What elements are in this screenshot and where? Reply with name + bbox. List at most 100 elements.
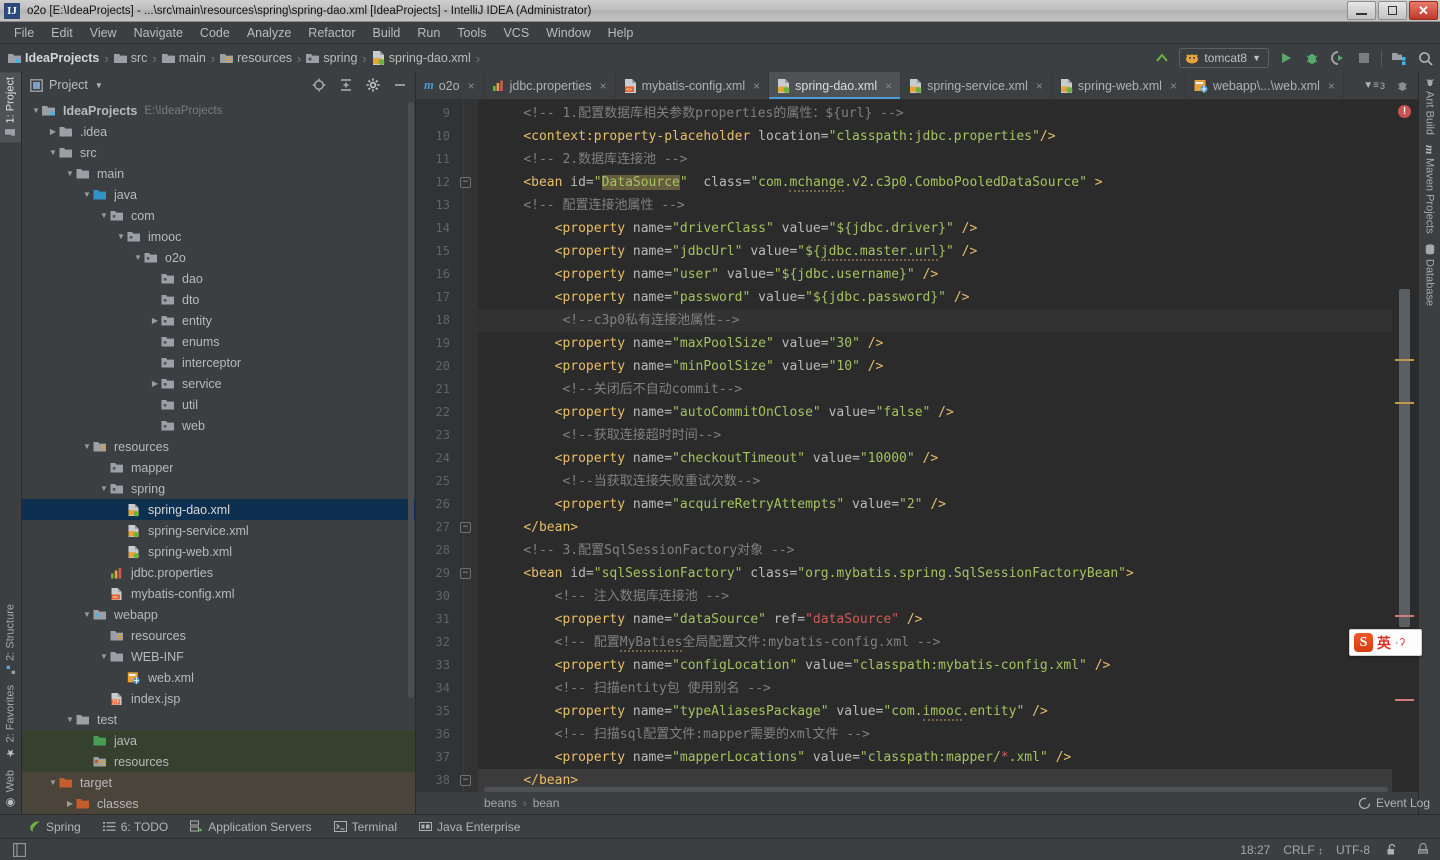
chevron-down-icon[interactable]: ▼ [47, 778, 59, 787]
chevron-down-icon[interactable]: ▼ [115, 232, 127, 241]
sogou-ime-widget[interactable]: S 英 ·ʔ [1349, 629, 1422, 656]
bottom-item-terminal[interactable]: Terminal [333, 820, 397, 834]
tab-jdbc-properties[interactable]: jdbc.properties × [484, 72, 616, 99]
code-line[interactable]: <!-- 注入数据库连接池 --> [478, 585, 1392, 608]
tree-node-src[interactable]: ▼ src [22, 142, 415, 163]
maximize-restore-button[interactable] [1378, 1, 1407, 20]
code-line[interactable]: <property name="checkoutTimeout" value="… [478, 447, 1392, 470]
tree-node-entity[interactable]: ▶ entity [22, 310, 415, 331]
event-log-button[interactable]: Event Log [1358, 796, 1430, 810]
warning-marker[interactable] [1395, 402, 1414, 404]
tree-node-spring-dao-xml[interactable]: spring-dao.xml [22, 499, 415, 520]
chevron-down-icon[interactable]: ▼ [81, 610, 93, 619]
tree-node-resources[interactable]: resources [22, 625, 415, 646]
code-line[interactable]: </bean> [478, 516, 1392, 539]
run-with-coverage-icon[interactable] [1329, 49, 1347, 67]
project-tree-scrollbar[interactable] [408, 102, 414, 698]
tree-node-main[interactable]: ▼ main [22, 163, 415, 184]
code-editor[interactable]: 9 10 11 12− 13 14 15 16 17 18 19 20 21 22 23 24 25 26 27− 2… [416, 100, 1418, 792]
menu-analyze[interactable]: Analyze [239, 24, 299, 42]
tree-node-index-jsp[interactable]: JSP index.jsp [22, 688, 415, 709]
code-line[interactable]: <context:property-placeholder location="… [478, 125, 1392, 148]
close-button[interactable]: ✕ [1409, 1, 1438, 20]
breadcrumb-item-resources[interactable]: resources [220, 51, 292, 65]
tree-node--idea[interactable]: ▶ .idea [22, 121, 415, 142]
tree-node-util[interactable]: util [22, 394, 415, 415]
tree-node-com[interactable]: ▼ com [22, 205, 415, 226]
sidebar-item-web[interactable]: ◉ Web [0, 765, 21, 814]
code-line[interactable]: <!-- 扫描entity包 使用别名 --> [478, 677, 1392, 700]
chevron-down-icon[interactable]: ▼ [98, 652, 110, 661]
menu-refactor[interactable]: Refactor [300, 24, 363, 42]
status-encoding[interactable]: UTF-8 [1336, 843, 1370, 857]
code-line[interactable]: <property name="user" value="${jdbc.user… [478, 263, 1392, 286]
chevron-down-icon[interactable]: ▼ [98, 211, 110, 220]
bottom-item-todo[interactable]: 6: TODO [102, 820, 168, 834]
close-icon[interactable]: × [885, 79, 892, 93]
code-line[interactable]: <!-- 配置MyBaties全局配置文件:mybatis-config.xml… [478, 631, 1392, 654]
tree-node-test[interactable]: ▼ test [22, 709, 415, 730]
code-line[interactable]: <property name="configLocation" value="c… [478, 654, 1392, 677]
breadcrumb-item-ideaprojects[interactable]: IdeaProjects [8, 51, 99, 65]
menu-view[interactable]: View [82, 24, 125, 42]
menu-help[interactable]: Help [600, 24, 642, 42]
code-line[interactable]: <!--获取连接超时时间--> [478, 424, 1392, 447]
stop-icon[interactable] [1355, 49, 1373, 67]
editor-scrollbar-thumb[interactable] [1399, 289, 1410, 627]
chevron-right-icon[interactable]: ▶ [149, 379, 161, 388]
editor-marker-bar[interactable]: ! [1392, 100, 1418, 792]
chevron-right-icon[interactable]: ▶ [149, 316, 161, 325]
close-icon[interactable]: × [600, 79, 607, 93]
tree-node-enums[interactable]: enums [22, 331, 415, 352]
sidebar-item-structure[interactable]: 2: Structure [0, 599, 21, 680]
tree-node-spring[interactable]: ▼ spring [22, 478, 415, 499]
breadcrumb-item-src[interactable]: src [113, 51, 147, 65]
bottom-item-application-servers[interactable]: Application Servers [190, 820, 312, 834]
code-line[interactable]: <property name="password" value="${jdbc.… [478, 286, 1392, 309]
breadcrumb-item-main[interactable]: main [161, 51, 206, 65]
tab-spring-service-xml[interactable]: spring-service.xml × [901, 72, 1052, 99]
tree-node-dao[interactable]: dao [22, 268, 415, 289]
menu-run[interactable]: Run [409, 24, 448, 42]
hide-panel-icon[interactable] [391, 76, 409, 94]
sidebar-item-favorites[interactable]: ★ 2: Favorites [0, 680, 21, 764]
fold-toggle-icon[interactable]: − [460, 568, 471, 579]
project-tree[interactable]: ▼ IdeaProjects E:\IdeaProjects ▶ .idea ▼ src ▼ m… [22, 98, 415, 814]
status-line-separator[interactable]: CRLF ↕ [1283, 843, 1323, 857]
tree-node-web-xml[interactable]: web.xml [22, 667, 415, 688]
code-line[interactable]: <property name="autoCommitOnClose" value… [478, 401, 1392, 424]
chevron-right-icon[interactable]: ▶ [47, 127, 59, 136]
project-structure-icon[interactable] [1390, 49, 1408, 67]
tree-node-target[interactable]: ▼ target [22, 772, 415, 793]
settings-gear-icon[interactable] [364, 76, 382, 94]
bottom-item-spring[interactable]: Spring [28, 820, 81, 834]
close-icon[interactable]: × [1036, 79, 1043, 93]
tree-node-ideaprojects[interactable]: ▼ IdeaProjects E:\IdeaProjects [22, 100, 415, 121]
code-line[interactable]: <!-- 1.配置数据库相关参数properties的属性：${url} --> [478, 102, 1392, 125]
fold-toggle-icon[interactable]: − [460, 522, 471, 533]
tree-node-web[interactable]: web [22, 415, 415, 436]
code-line[interactable]: <property name="driverClass" value="${jd… [478, 217, 1392, 240]
tree-node-jdbc-properties[interactable]: jdbc.properties [22, 562, 415, 583]
tab-o2o[interactable]: m o2o × [416, 72, 484, 99]
chevron-down-icon[interactable]: ▼ [81, 190, 93, 199]
tab-spring-web-xml[interactable]: spring-web.xml × [1052, 72, 1186, 99]
code-line[interactable]: <!-- 2.数据库连接池 --> [478, 148, 1392, 171]
code-line[interactable]: <bean id="DataSource" class="com.mchange… [478, 171, 1392, 194]
close-icon[interactable]: × [753, 79, 760, 93]
tree-node-java[interactable]: ▼ java [22, 184, 415, 205]
menu-window[interactable]: Window [538, 24, 598, 42]
breadcrumb-beans[interactable]: beans [484, 796, 517, 810]
code-line[interactable]: <!-- 3.配置SqlSessionFactory对象 --> [478, 539, 1392, 562]
code-line[interactable]: <property name="typeAliasesPackage" valu… [478, 700, 1392, 723]
tree-node-web-inf[interactable]: ▼ WEB-INF [22, 646, 415, 667]
breadcrumb-item-spring[interactable]: spring [306, 51, 357, 65]
minimize-button[interactable] [1347, 1, 1376, 20]
tree-node-resources[interactable]: ▼ resources [22, 436, 415, 457]
run-icon[interactable] [1277, 49, 1295, 67]
menu-tools[interactable]: Tools [449, 24, 494, 42]
sidebar-item-ant-build[interactable]: Ant Build [1419, 72, 1440, 140]
toggle-toolbar-icon[interactable] [10, 841, 28, 859]
tab-webapp-web-xml[interactable]: webapp\...\web.xml × [1186, 72, 1344, 99]
tree-node-classes[interactable]: ▶ classes [22, 793, 415, 814]
